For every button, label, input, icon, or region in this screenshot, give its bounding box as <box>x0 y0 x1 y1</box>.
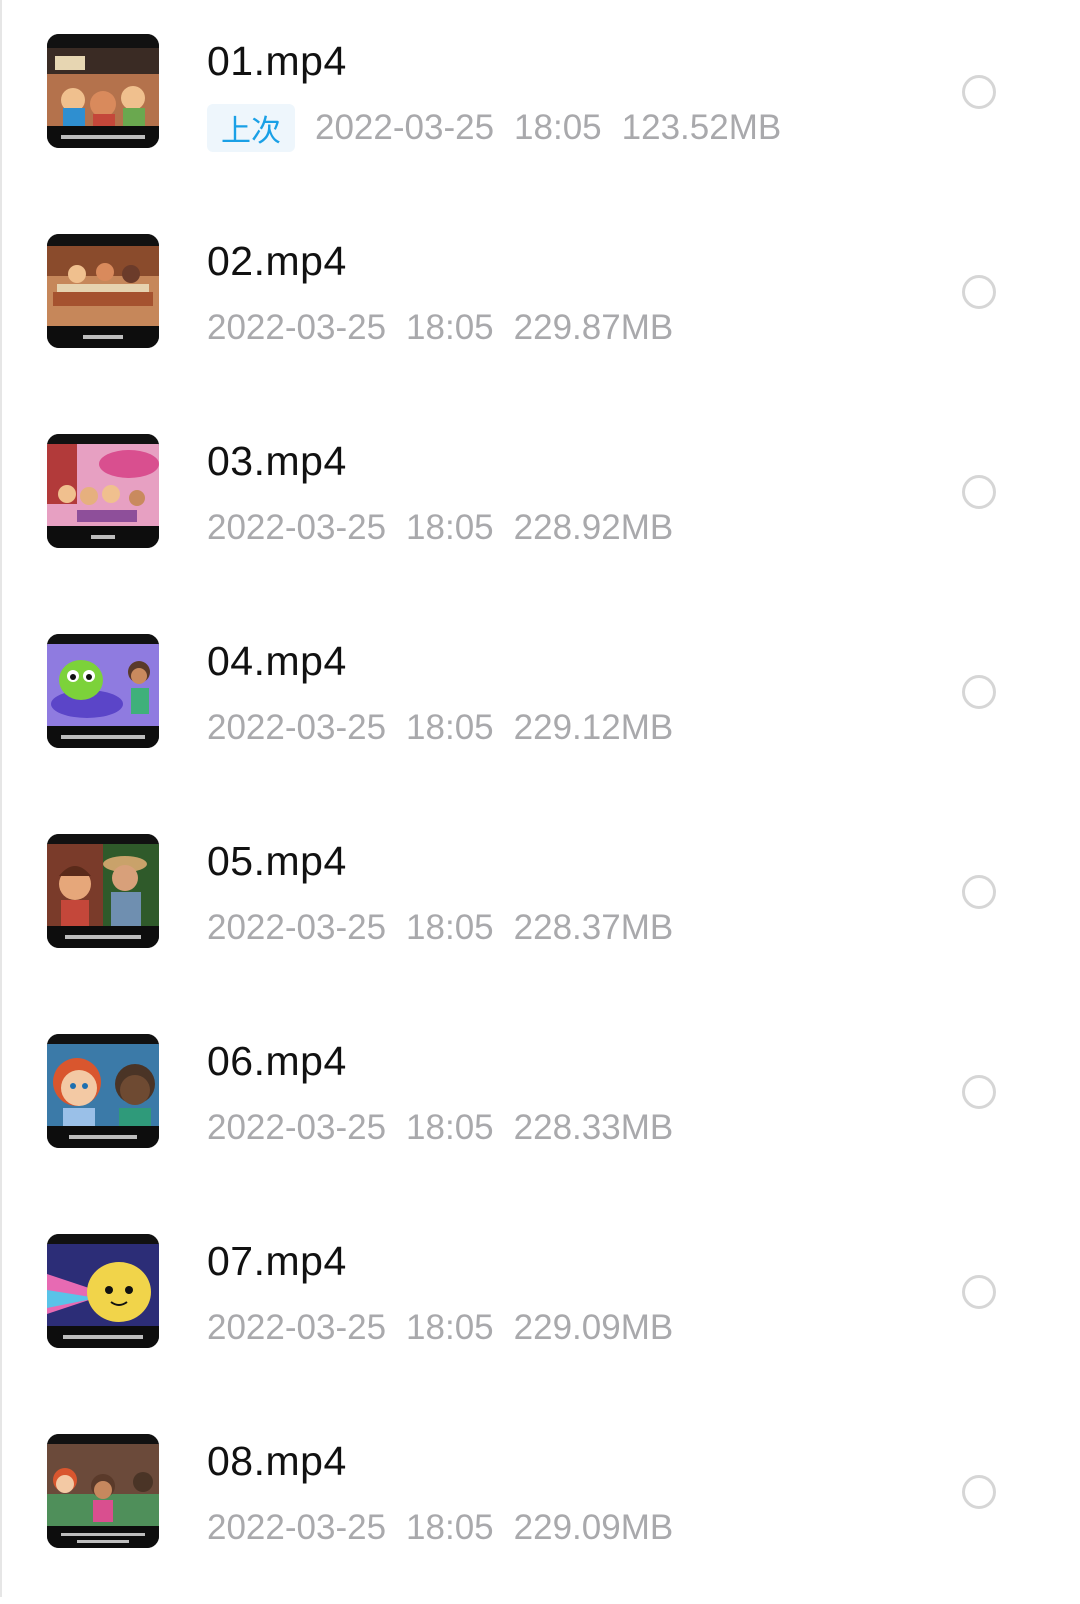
file-meta: 2022-03-25 18:05 229.09MB <box>207 1505 673 1551</box>
file-name: 03.mp4 <box>207 438 347 484</box>
file-item-02[interactable]: 02.mp4 2022-03-25 18:05 229.87MB <box>0 200 1080 404</box>
file-item-04[interactable]: 04.mp4 2022-03-25 18:05 229.12MB <box>0 600 1080 804</box>
file-size: 123.52MB <box>621 108 782 147</box>
file-meta: 2022-03-25 18:05 229.87MB <box>207 305 673 351</box>
file-size: 229.09MB <box>513 1308 674 1347</box>
file-meta: 2022-03-25 18:05 229.09MB <box>207 1305 673 1351</box>
file-meta: 2022-03-25 18:05 228.33MB <box>207 1105 673 1151</box>
video-thumbnail <box>47 634 159 748</box>
file-item-05[interactable]: 05.mp4 2022-03-25 18:05 228.37MB <box>0 800 1080 1004</box>
select-radio[interactable] <box>962 275 996 309</box>
file-name: 04.mp4 <box>207 638 347 684</box>
file-date: 2022-03-25 <box>207 508 387 547</box>
video-thumbnail <box>47 1434 159 1548</box>
file-size: 228.33MB <box>513 1108 674 1147</box>
video-thumbnail <box>47 34 159 148</box>
file-name: 05.mp4 <box>207 838 347 884</box>
file-name: 06.mp4 <box>207 1038 347 1084</box>
file-size: 229.87MB <box>513 308 674 347</box>
file-time: 18:05 <box>406 308 494 347</box>
video-thumbnail <box>47 1234 159 1348</box>
file-date: 2022-03-25 <box>207 1308 387 1347</box>
file-item-08[interactable]: 08.mp4 2022-03-25 18:05 229.09MB <box>0 1400 1080 1604</box>
select-radio[interactable] <box>962 1275 996 1309</box>
file-name: 07.mp4 <box>207 1238 347 1284</box>
file-time: 18:05 <box>406 708 494 747</box>
file-size: 229.09MB <box>513 1508 674 1547</box>
file-date: 2022-03-25 <box>207 908 387 947</box>
file-meta: 2022-03-25 18:05 228.37MB <box>207 905 673 951</box>
select-radio[interactable] <box>962 475 996 509</box>
file-time: 18:05 <box>514 108 602 147</box>
file-time: 18:05 <box>406 908 494 947</box>
file-date: 2022-03-25 <box>315 108 495 147</box>
file-date: 2022-03-25 <box>207 1108 387 1147</box>
file-item-01[interactable]: 01.mp4 上次 2022-03-25 18:05 123.52MB <box>0 0 1080 204</box>
file-item-03[interactable]: 03.mp4 2022-03-25 18:05 228.92MB <box>0 400 1080 604</box>
file-meta: 上次 2022-03-25 18:05 123.52MB <box>207 104 782 152</box>
file-date: 2022-03-25 <box>207 708 387 747</box>
file-meta: 2022-03-25 18:05 228.92MB <box>207 505 673 551</box>
file-item-06[interactable]: 06.mp4 2022-03-25 18:05 228.33MB <box>0 1000 1080 1204</box>
file-time: 18:05 <box>406 1308 494 1347</box>
file-date: 2022-03-25 <box>207 308 387 347</box>
video-thumbnail <box>47 234 159 348</box>
file-size: 228.37MB <box>513 908 674 947</box>
file-time: 18:05 <box>406 508 494 547</box>
file-name: 01.mp4 <box>207 38 347 84</box>
file-time: 18:05 <box>406 1108 494 1147</box>
file-size: 228.92MB <box>513 508 674 547</box>
file-name: 02.mp4 <box>207 238 347 284</box>
select-radio[interactable] <box>962 1075 996 1109</box>
select-radio[interactable] <box>962 1475 996 1509</box>
video-thumbnail <box>47 1034 159 1148</box>
video-thumbnail <box>47 434 159 548</box>
file-date: 2022-03-25 <box>207 1508 387 1547</box>
file-time: 18:05 <box>406 1508 494 1547</box>
last-played-badge: 上次 <box>207 104 295 152</box>
select-radio[interactable] <box>962 75 996 109</box>
file-size: 229.12MB <box>513 708 674 747</box>
file-name: 08.mp4 <box>207 1438 347 1484</box>
video-thumbnail <box>47 834 159 948</box>
file-meta: 2022-03-25 18:05 229.12MB <box>207 705 673 751</box>
select-radio[interactable] <box>962 875 996 909</box>
select-radio[interactable] <box>962 675 996 709</box>
file-item-07[interactable]: 07.mp4 2022-03-25 18:05 229.09MB <box>0 1200 1080 1404</box>
